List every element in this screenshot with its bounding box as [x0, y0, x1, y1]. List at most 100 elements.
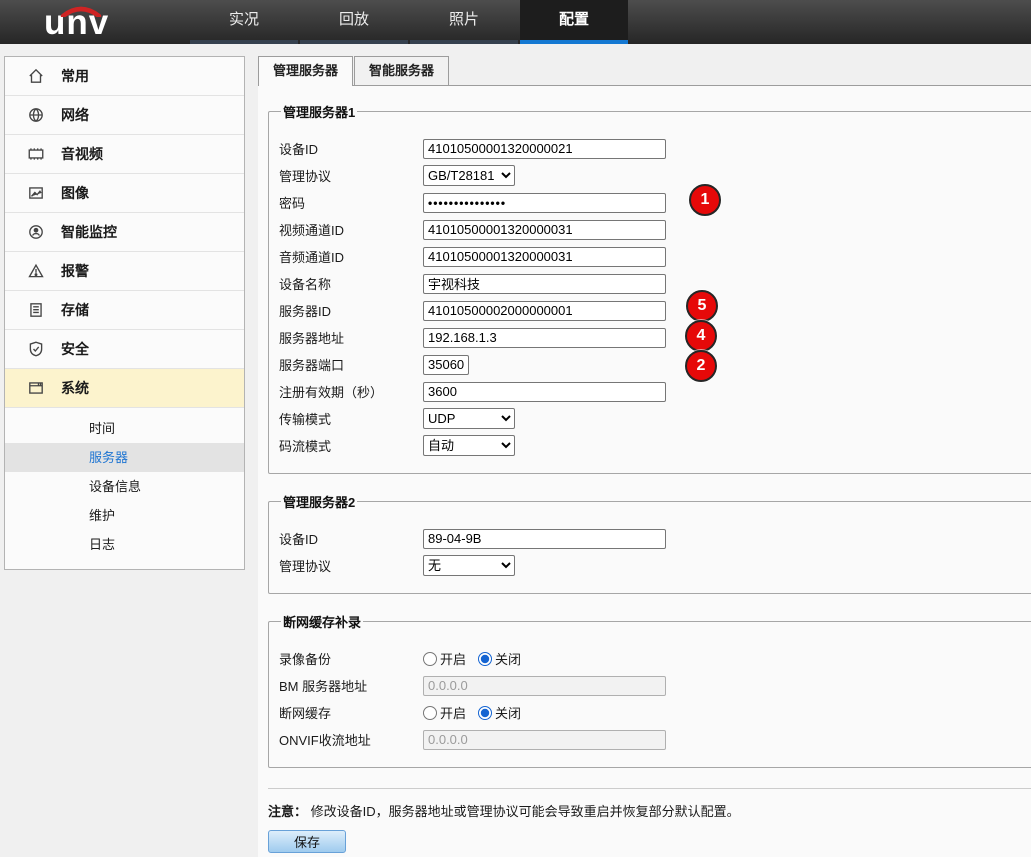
annotation-badge-4: 4 [685, 320, 717, 352]
smart-monitor-icon [27, 223, 45, 241]
device-name-input[interactable] [423, 274, 666, 294]
offline-cache-section: 断网缓存补录 录像备份 开启 关闭 BM 服务器地址 [268, 612, 1031, 768]
register-validity-input[interactable] [423, 382, 666, 402]
sidebar-item-label: 报警 [61, 261, 89, 281]
radio-label: 开启 [440, 649, 466, 668]
sidebar-item-network[interactable]: 网络 [5, 96, 244, 135]
offline-cache-off-option[interactable]: 关闭 [478, 703, 521, 722]
nav-tab-photo[interactable]: 照片 [410, 0, 518, 44]
transport-mode-select[interactable]: UDP [423, 408, 515, 429]
sidebar-item-label: 系统 [61, 378, 89, 398]
device-id2-input[interactable] [423, 529, 666, 549]
save-button[interactable]: 保存 [268, 830, 346, 853]
offline-cache-off-radio[interactable] [478, 706, 492, 720]
device-id-input[interactable] [423, 139, 666, 159]
sidebar-item-security[interactable]: 安全 [5, 330, 244, 369]
record-backup-on-option[interactable]: 开启 [423, 649, 466, 668]
sidebar-item-alarm[interactable]: 报警 [5, 252, 244, 291]
record-backup-radio-group: 开启 关闭 [423, 649, 529, 668]
picture-icon [27, 184, 45, 202]
section-legend: 管理服务器1 [281, 102, 357, 121]
tab-management-server[interactable]: 管理服务器 [258, 56, 353, 86]
stream-mode-select[interactable]: 自动 [423, 435, 515, 456]
top-nav-bar: unv 实况 回放 照片 配置 [0, 0, 1031, 44]
nav-tab-setup[interactable]: 配置 [520, 0, 628, 44]
protocol2-select[interactable]: 无 [423, 555, 515, 576]
annotation-badge-5: 5 [686, 290, 718, 322]
offline-cache-on-option[interactable]: 开启 [423, 703, 466, 722]
nav-tab-underline [300, 40, 408, 44]
home-icon [27, 67, 45, 85]
sidebar-item-label: 智能监控 [61, 222, 117, 242]
divider [268, 788, 1031, 789]
password-input[interactable] [423, 193, 666, 213]
nav-tab-playback[interactable]: 回放 [300, 0, 408, 44]
offline-cache-on-radio[interactable] [423, 706, 437, 720]
video-channel-id-input[interactable] [423, 220, 666, 240]
video-channel-id-label: 视频通道ID [279, 220, 423, 239]
server-id-label: 服务器ID [279, 301, 423, 320]
sidebar-item-storage[interactable]: 存储 [5, 291, 244, 330]
onvif-address-label: ONVIF收流地址 [279, 730, 423, 749]
audio-channel-id-input[interactable] [423, 247, 666, 267]
server-settings-panel: 管理服务器1 设备ID 管理协议 GB/T28181 密码 视频通道ID 音频通… [258, 86, 1031, 857]
sidebar-item-label: 音视频 [61, 144, 103, 164]
audio-channel-id-label: 音频通道ID [279, 247, 423, 266]
device-id-label: 设备ID [279, 139, 423, 158]
bm-server-address-label: BM 服务器地址 [279, 676, 423, 695]
film-icon [27, 145, 45, 163]
nav-tabs: 实况 回放 照片 配置 [190, 0, 630, 44]
nav-tab-live[interactable]: 实况 [190, 0, 298, 44]
warning-triangle-icon [27, 262, 45, 280]
onvif-address-input [423, 730, 666, 750]
stream-mode-label: 码流模式 [279, 436, 423, 455]
sidebar-item-audio-video[interactable]: 音视频 [5, 135, 244, 174]
sidebar-subitem-device-info[interactable]: 设备信息 [5, 472, 244, 501]
sidebar-item-smart-monitor[interactable]: 智能监控 [5, 213, 244, 252]
bm-server-address-input [423, 676, 666, 696]
section-legend: 断网缓存补录 [281, 612, 363, 631]
record-backup-off-option[interactable]: 关闭 [478, 649, 521, 668]
device-name-label: 设备名称 [279, 274, 423, 293]
sidebar-item-common[interactable]: 常用 [5, 57, 244, 96]
record-backup-label: 录像备份 [279, 649, 423, 668]
shield-check-icon [27, 340, 45, 358]
sidebar: 常用 网络 音视频 图像 智能监控 报警 存储 安全 [4, 56, 245, 570]
window-icon [27, 379, 45, 397]
server-address-label: 服务器地址 [279, 328, 423, 347]
sidebar-item-label: 图像 [61, 183, 89, 203]
content-tabstrip: 管理服务器 智能服务器 [258, 56, 1031, 86]
sidebar-subitem-server[interactable]: 服务器 [5, 443, 244, 472]
offline-cache-radio-group: 开启 关闭 [423, 703, 529, 722]
sidebar-item-label: 存储 [61, 300, 89, 320]
management-server1-section: 管理服务器1 设备ID 管理协议 GB/T28181 密码 视频通道ID 音频通… [268, 102, 1031, 474]
nav-tab-underline [520, 40, 628, 44]
sidebar-item-system[interactable]: 系统 [5, 369, 244, 408]
system-submenu: 时间 服务器 设备信息 维护 日志 [5, 408, 244, 569]
sidebar-item-image[interactable]: 图像 [5, 174, 244, 213]
note-prefix: 注意： [268, 804, 307, 819]
offline-cache-label: 断网缓存 [279, 703, 423, 722]
sidebar-subitem-time[interactable]: 时间 [5, 414, 244, 443]
server-address-input[interactable] [423, 328, 666, 348]
server-port-label: 服务器端口 [279, 355, 423, 374]
server-port-input[interactable] [423, 355, 469, 375]
server-id-input[interactable] [423, 301, 666, 321]
nav-tab-underline [190, 40, 298, 44]
main-content: 管理服务器 智能服务器 管理服务器1 设备ID 管理协议 GB/T28181 密… [258, 56, 1031, 857]
protocol-label: 管理协议 [279, 166, 423, 185]
protocol-select[interactable]: GB/T28181 [423, 165, 515, 186]
tab-intelligent-server[interactable]: 智能服务器 [354, 56, 449, 85]
record-backup-on-radio[interactable] [423, 652, 437, 666]
record-backup-off-radio[interactable] [478, 652, 492, 666]
device-id2-label: 设备ID [279, 529, 423, 548]
password-label: 密码 [279, 193, 423, 212]
radio-label: 开启 [440, 703, 466, 722]
nav-tab-label: 照片 [449, 11, 479, 28]
radio-label: 关闭 [495, 649, 521, 668]
sidebar-subitem-log[interactable]: 日志 [5, 530, 244, 559]
sidebar-item-label: 安全 [61, 339, 89, 359]
section-legend: 管理服务器2 [281, 492, 357, 511]
nav-tab-underline [410, 40, 518, 44]
sidebar-subitem-maintenance[interactable]: 维护 [5, 501, 244, 530]
